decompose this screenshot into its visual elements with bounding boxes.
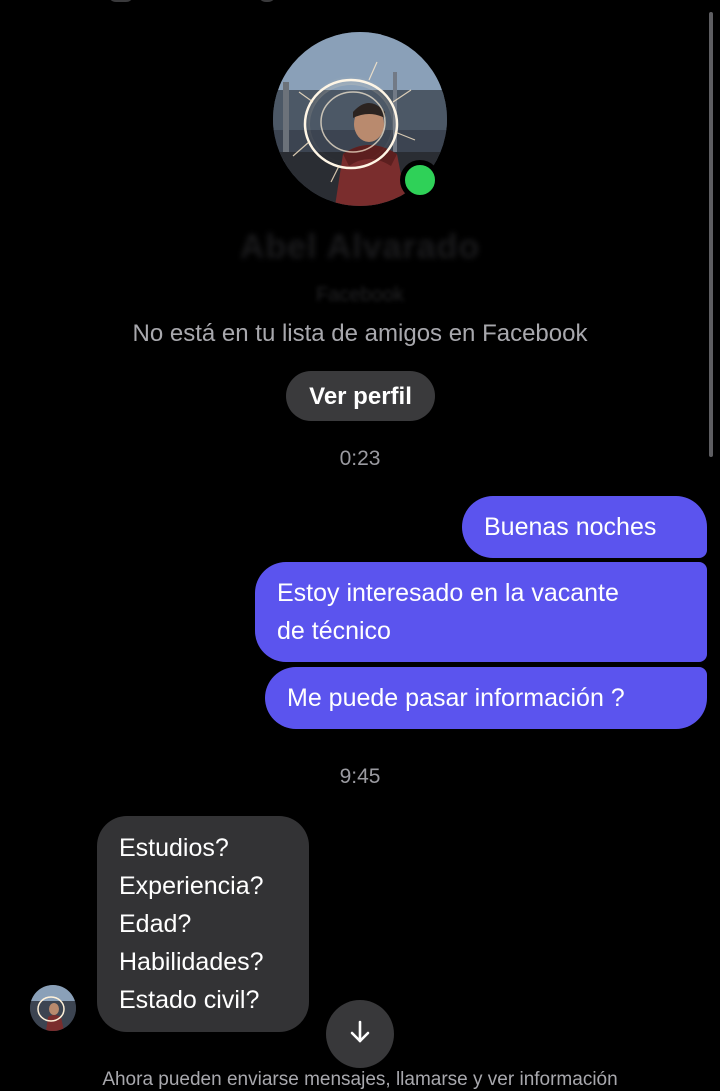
message-text: Habilidades? <box>119 948 264 976</box>
message-text: Me puede pasar información ? <box>287 684 625 712</box>
profile-name: Abel Alvarado <box>239 228 481 266</box>
outgoing-message[interactable]: Buenas noches <box>462 496 707 558</box>
message-text: Estado civil? <box>119 986 260 1014</box>
timestamp: 9:45 <box>339 765 381 788</box>
message-text: de técnico <box>277 617 391 645</box>
outgoing-message[interactable]: Estoy interesado en la vacante de técnic… <box>255 562 707 662</box>
friend-status-text: No está en tu lista de amigos en Faceboo… <box>132 320 588 347</box>
sender-avatar[interactable] <box>30 985 76 1031</box>
message-text: Estudios? <box>119 834 229 862</box>
profile-platform: Facebook <box>316 284 404 306</box>
message-text: Buenas noches <box>484 513 657 541</box>
scroll-to-bottom-button[interactable] <box>326 1000 394 1068</box>
incoming-message[interactable]: Estudios? Experiencia? Edad? Habilidades… <box>97 816 309 1032</box>
message-text: Estoy interesado en la vacante <box>277 579 619 607</box>
header-fragment <box>108 0 288 6</box>
arrow-down-icon <box>346 1018 374 1051</box>
outgoing-message[interactable]: Me puede pasar información ? <box>265 667 707 729</box>
view-profile-button[interactable]: Ver perfil <box>286 371 435 421</box>
online-status-indicator <box>400 160 440 200</box>
footer-info-text: Ahora pueden enviarse mensajes, llamarse… <box>102 1069 618 1090</box>
message-text: Edad? <box>119 910 192 938</box>
timestamp: 0:23 <box>339 447 381 470</box>
message-text: Experiencia? <box>119 872 264 900</box>
